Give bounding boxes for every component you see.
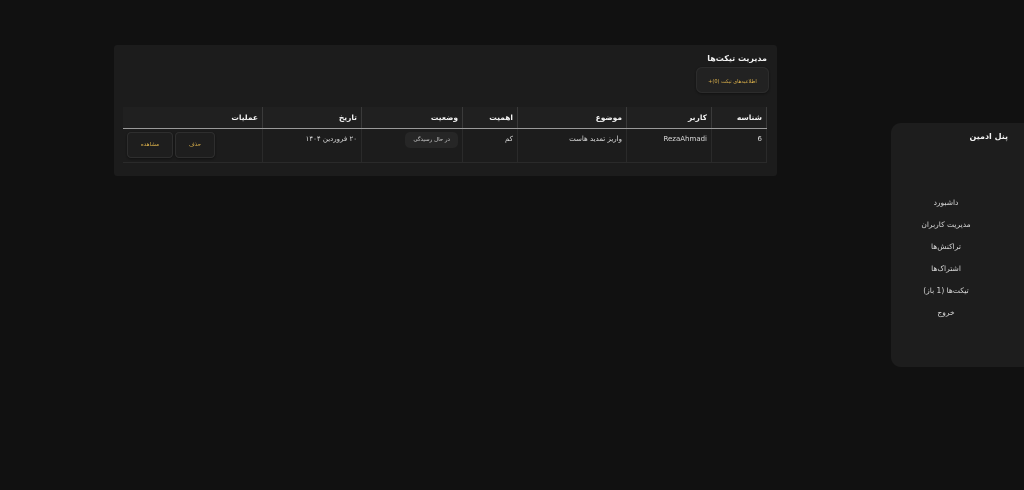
sidebar-item-subscriptions[interactable]: اشتراک‌ها [891,261,1001,283]
status-badge: در حال رسیدگی [405,132,458,148]
column-header-subject: موضوع [517,107,627,129]
add-ticket-button[interactable]: اطلاعیه‌های تیکت (0)+ [696,67,769,93]
tickets-panel: مدیریت تیکت‌ها اطلاعیه‌های تیکت (0)+ شنا… [114,45,777,176]
row-actions: حذف مشاهده [127,132,258,158]
sidebar-title: پنل ادمین [969,132,1008,141]
cell-priority: کم [462,128,518,163]
cell-status: در حال رسیدگی [361,128,463,163]
sidebar-item-users[interactable]: مدیریت کاربران [891,217,1001,239]
page: مدیریت تیکت‌ها اطلاعیه‌های تیکت (0)+ شنا… [0,0,1024,490]
column-header-user: کاربر [626,107,712,129]
view-button[interactable]: مشاهده [127,132,173,158]
sidebar-item-tickets[interactable]: تیکت‌ها (1 باز) [891,283,1001,305]
cell-actions: حذف مشاهده [123,128,263,163]
sidebar: پنل ادمین داشبورد مدیریت کاربران تراکنش‌… [891,123,1024,367]
tickets-table: شناسه کاربر موضوع اهمیت وضعیت تاریخ عملی… [123,107,767,163]
page-title: مدیریت تیکت‌ها [707,54,767,63]
column-header-id: شناسه [711,107,767,129]
sidebar-item-logout[interactable]: خروج [891,305,1001,327]
sidebar-item-dashboard[interactable]: داشبورد [891,195,1001,217]
cell-date: ۲۰ فروردین ۱۴۰۴ [262,128,362,163]
column-header-date: تاریخ [262,107,362,129]
table-header-row: شناسه کاربر موضوع اهمیت وضعیت تاریخ عملی… [123,107,767,129]
column-header-status: وضعیت [361,107,463,129]
delete-button[interactable]: حذف [175,132,215,158]
cell-id: 6 [711,128,767,163]
cell-user: RezaAhmadi [626,128,712,163]
column-header-actions: عملیات [123,107,263,129]
table-row: 6 RezaAhmadi واریز تمدید هاست کم در حال … [123,128,767,163]
column-header-priority: اهمیت [462,107,518,129]
sidebar-item-transactions[interactable]: تراکنش‌ها [891,239,1001,261]
cell-subject: واریز تمدید هاست [517,128,627,163]
sidebar-nav: داشبورد مدیریت کاربران تراکنش‌ها اشتراک‌… [891,195,1001,327]
